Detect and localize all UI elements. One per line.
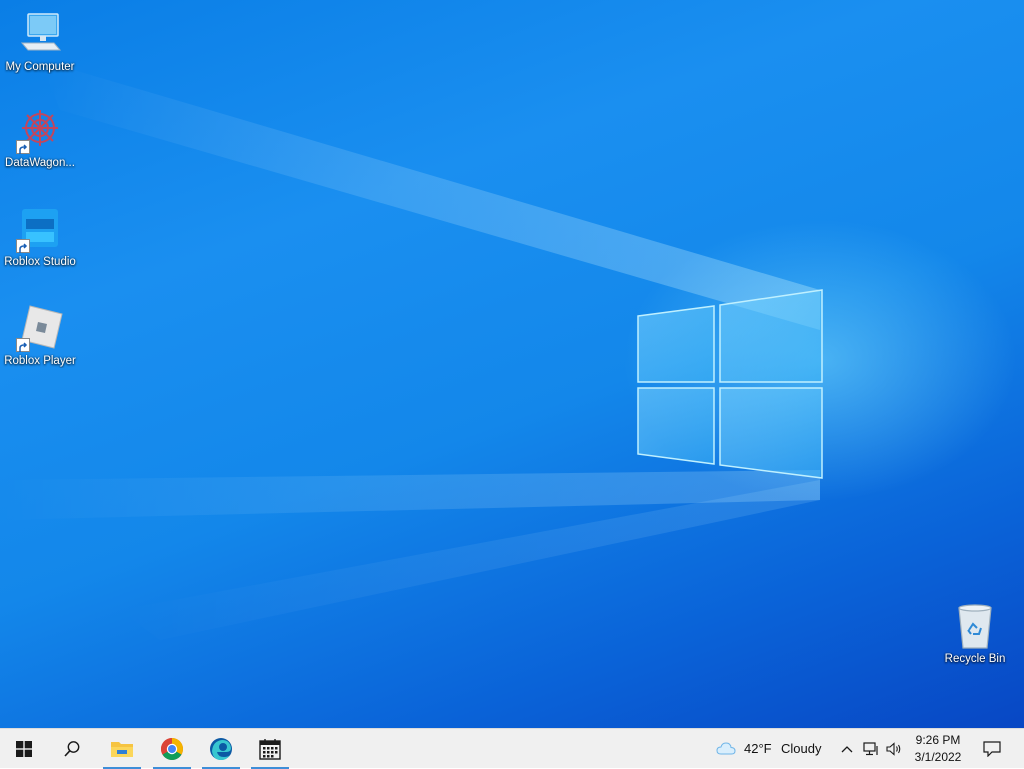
edge-icon: [210, 738, 232, 760]
clock-time: 9:26 PM: [915, 733, 961, 747]
roblox-studio-icon: [16, 205, 64, 253]
desktop-icon-datawagon[interactable]: DataWagon...: [0, 106, 80, 170]
wallpaper-light-beams: [0, 60, 820, 640]
search-icon: [64, 741, 80, 757]
weather-condition: Cloudy: [781, 741, 822, 756]
action-center-button[interactable]: [970, 729, 1014, 769]
network-button[interactable]: [860, 729, 882, 769]
desktop-icon-label: Roblox Player: [4, 355, 76, 367]
weather-widget[interactable]: 42°F Cloudy: [712, 729, 832, 769]
windows-wallpaper-logo: [637, 289, 823, 479]
chrome-button[interactable]: [149, 729, 195, 769]
desktop-icon-my-computer[interactable]: My Computer: [0, 10, 80, 74]
calendar-icon: [259, 739, 281, 760]
shortcut-arrow-icon: [16, 140, 30, 154]
cloud-icon: [716, 742, 736, 755]
file-explorer-button[interactable]: [99, 729, 145, 769]
desktop-icon-label: My Computer: [5, 61, 75, 73]
notification-icon: [983, 741, 1001, 757]
recycle-bin-icon: [951, 602, 999, 650]
calendar-app-button[interactable]: [247, 729, 293, 769]
chevron-up-icon: [841, 746, 853, 753]
edge-button[interactable]: [198, 729, 244, 769]
show-hidden-icons-button[interactable]: [837, 729, 857, 769]
taskbar-clock[interactable]: 9:26 PM 3/1/2022: [906, 732, 970, 766]
desktop-icon-label: Recycle Bin: [944, 653, 1006, 665]
start-button[interactable]: [1, 729, 47, 769]
weather-temperature: 42°F: [744, 741, 772, 756]
speaker-icon: [886, 742, 901, 756]
my-computer-icon: [16, 10, 64, 58]
desktop[interactable]: My Computer DataWagon... Roblox Studio R…: [0, 0, 1024, 728]
taskbar: 42°F Cloudy 9:26 PM 3/1/2022: [0, 728, 1024, 769]
volume-button[interactable]: [883, 729, 905, 769]
desktop-icon-label: Roblox Studio: [4, 256, 76, 268]
shortcut-arrow-icon: [16, 239, 30, 253]
datawagon-icon: [16, 106, 64, 154]
clock-date: 3/1/2022: [914, 750, 962, 764]
roblox-player-icon: [16, 304, 64, 352]
chrome-icon: [161, 738, 183, 760]
desktop-icon-roblox-player[interactable]: Roblox Player: [0, 304, 80, 368]
network-icon: [863, 742, 878, 756]
desktop-icon-recycle-bin[interactable]: Recycle Bin: [935, 602, 1015, 666]
desktop-icon-label: DataWagon...: [5, 157, 75, 169]
folder-icon: [111, 742, 133, 757]
windows-logo-icon: [16, 741, 32, 757]
search-button[interactable]: [49, 729, 95, 769]
desktop-icon-roblox-studio[interactable]: Roblox Studio: [0, 205, 80, 269]
shortcut-arrow-icon: [16, 338, 30, 352]
